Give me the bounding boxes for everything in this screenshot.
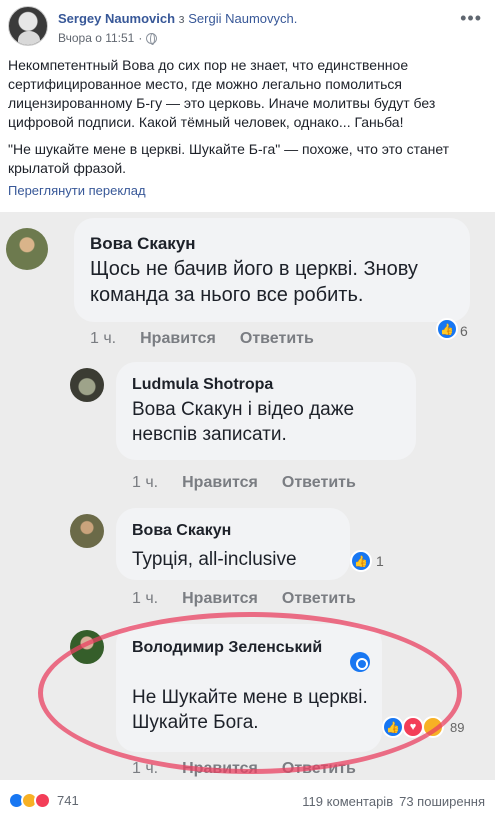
- commenter-avatar: [6, 228, 48, 270]
- love-icon: ♥: [402, 716, 424, 738]
- commenter-avatar: [70, 514, 104, 548]
- post-header: Sergey Naumovich з Sergii Naumovych. Вчо…: [8, 6, 488, 50]
- globe-icon[interactable]: [146, 32, 158, 45]
- comment-author: Вова Скакун: [90, 234, 196, 253]
- meta-separator: ·: [138, 31, 143, 45]
- comment-actions: 1 ч. Нравится Ответить: [132, 760, 356, 778]
- reply-action: Ответить: [281, 474, 356, 491]
- comment-time: 1 ч.: [132, 590, 159, 607]
- comment-text: Не Шукайте мене в церкві. Шукайте Бога.: [132, 687, 368, 733]
- author-avatar[interactable]: [8, 6, 48, 46]
- post-paragraph: "Не шукайте мене в церкві. Шукайте Б-га"…: [8, 141, 450, 176]
- reaction-count: 6: [460, 323, 468, 339]
- like-action: Нравится: [182, 760, 258, 777]
- like-action: Нравится: [140, 330, 216, 347]
- target-profile-link[interactable]: Sergii Naumovych.: [188, 11, 297, 26]
- reaction-count: 89: [450, 720, 465, 735]
- reaction-summary[interactable]: 741: [8, 792, 79, 809]
- comment-text: Турція, all-inclusive: [132, 549, 297, 570]
- comment-time: 1 ч.: [90, 330, 117, 347]
- post-timestamp[interactable]: Вчора о 11:51: [58, 31, 134, 45]
- commenter-avatar: [70, 630, 104, 664]
- engagement-counts: 119 коментарів 73 поширення: [302, 794, 485, 809]
- commenter-avatar: [70, 368, 104, 402]
- comment-author: Ludmula Shotropa: [132, 376, 274, 393]
- like-action: Нравится: [182, 474, 258, 491]
- comment-author: Вова Скакун: [132, 522, 232, 539]
- comment-text: Щось не бачив його в церкві. Знову коман…: [90, 258, 418, 306]
- reaction-total[interactable]: 741: [57, 793, 79, 808]
- like-icon: 👍: [382, 716, 404, 738]
- comment-actions: 1 ч. Нравится Ответить: [132, 474, 356, 492]
- reply-action: Ответить: [239, 330, 314, 347]
- comment-actions: 1 ч. Нравится Ответить: [132, 590, 356, 608]
- post-footer: 741 119 коментарів 73 поширення: [0, 788, 495, 816]
- like-icon: 👍: [350, 550, 372, 572]
- reply-action: Ответить: [281, 760, 356, 777]
- comments-count-link[interactable]: 119 коментарів: [302, 794, 393, 809]
- post-meta: Вчора о 11:51 ·: [58, 31, 158, 45]
- author-name-link[interactable]: Sergey Naumovich: [58, 11, 175, 26]
- reply-action: Ответить: [281, 590, 356, 607]
- like-action: Нравится: [182, 590, 258, 607]
- author-separator: з: [178, 11, 185, 26]
- author-line: Sergey Naumovich з Sergii Naumovych.: [58, 11, 297, 26]
- like-icon: 👍: [436, 318, 458, 340]
- comment-time: 1 ч.: [132, 760, 159, 777]
- more-options-icon[interactable]: •••: [460, 8, 482, 29]
- post-image[interactable]: Вова Скакун Щось не бачив його в церкві.…: [0, 212, 495, 780]
- haha-icon: [422, 716, 444, 738]
- comment-author: Володимир Зеленський: [132, 639, 323, 656]
- love-icon: [34, 792, 51, 809]
- verified-badge-icon: [350, 652, 370, 672]
- reaction-count: 1: [376, 553, 384, 569]
- comment-time: 1 ч.: [132, 474, 159, 491]
- post-body: Некомпетентный Вова до сих пор не знает,…: [8, 56, 478, 186]
- comment-actions: 1 ч. Нравится Ответить: [90, 330, 314, 348]
- see-translation-link[interactable]: Переглянути переклад: [8, 183, 146, 198]
- comment-text: Вова Скакун і відео даже невспів записат…: [132, 399, 355, 445]
- shares-count-link[interactable]: 73 поширення: [399, 794, 485, 809]
- post-paragraph: Некомпетентный Вова до сих пор не знает,…: [8, 57, 436, 130]
